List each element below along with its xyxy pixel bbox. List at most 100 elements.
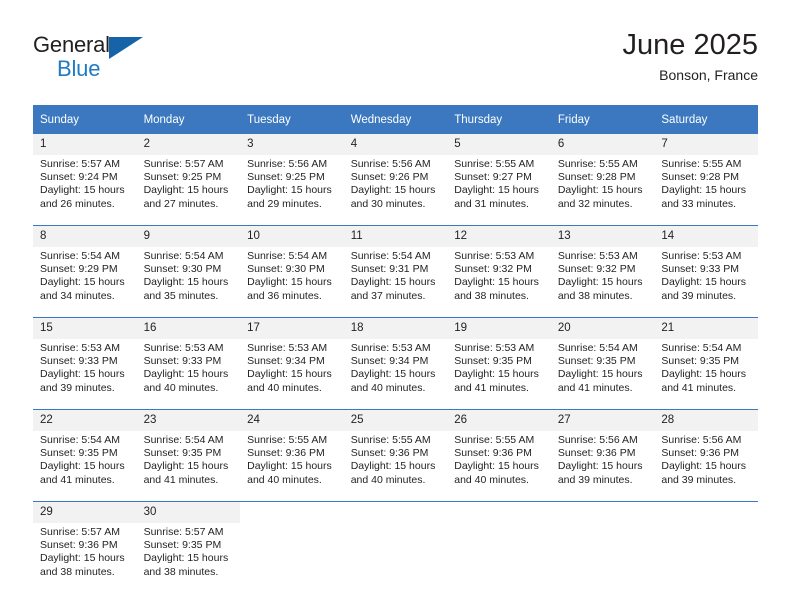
day-cell-empty xyxy=(447,523,551,593)
day-number[interactable]: 30 xyxy=(136,502,241,523)
sunset-text: Sunset: 9:25 PM xyxy=(143,171,222,184)
sunrise-text: Sunrise: 5:56 AM xyxy=(350,158,431,170)
daylight-text-line2: and 36 minutes. xyxy=(247,289,322,302)
day-number-row: 29 30 xyxy=(33,502,758,523)
daylight-text-line1: Daylight: 15 hours xyxy=(247,368,332,381)
day-sun-info: Sunrise: 5:57 AM Sunset: 9:25 PM Daylight:… xyxy=(136,155,241,225)
day-sun-info: Sunrise: 5:55 AM Sunset: 9:27 PM Daylight:… xyxy=(447,155,551,225)
day-number[interactable]: 1 xyxy=(33,134,137,155)
day-sun-info: Sunrise: 5:53 AM Sunset: 9:32 PM Daylight:… xyxy=(550,247,655,317)
sunrise-text: Sunrise: 5:55 AM xyxy=(350,434,431,446)
calendar-page: General Blue June 2025 Bonson, France Su… xyxy=(0,0,792,612)
daylight-text-line2: and 35 minutes. xyxy=(143,289,219,302)
day-sun-info: Sunrise: 5:53 AM Sunset: 9:33 PM Daylight:… xyxy=(136,339,241,409)
day-number[interactable]: 19 xyxy=(447,318,551,339)
day-number[interactable]: 28 xyxy=(654,410,758,431)
day-sun-info: Sunrise: 5:55 AM Sunset: 9:36 PM Daylight:… xyxy=(343,431,448,501)
day-number[interactable]: 4 xyxy=(343,134,448,155)
daylight-text-line1: Daylight: 15 hours xyxy=(557,276,643,289)
day-number[interactable]: 13 xyxy=(550,226,655,247)
day-number-row: 1234567 xyxy=(33,134,758,155)
daylight-text-line2: and 38 minutes. xyxy=(143,565,219,578)
daylight-text-line1: Daylight: 15 hours xyxy=(661,276,747,289)
sunrise-text: Sunrise: 5:57 AM xyxy=(40,158,120,170)
weekday-header-thursday: Thursday xyxy=(447,105,551,134)
general-blue-logo[interactable]: General Blue xyxy=(33,32,163,88)
daylight-text-line2: and 38 minutes. xyxy=(557,289,633,302)
sunset-text: Sunset: 9:33 PM xyxy=(143,355,222,368)
day-number[interactable]: 3 xyxy=(240,134,344,155)
day-number[interactable]: 2 xyxy=(136,134,241,155)
day-number[interactable]: 16 xyxy=(136,318,241,339)
day-number[interactable]: 27 xyxy=(550,410,655,431)
day-cell-empty xyxy=(240,502,344,523)
day-number[interactable]: 8 xyxy=(33,226,137,247)
daylight-text-line1: Daylight: 15 hours xyxy=(454,276,539,289)
sunset-text: Sunset: 9:36 PM xyxy=(661,447,740,460)
sunrise-text: Sunrise: 5:56 AM xyxy=(247,158,328,170)
weekday-header-tuesday: Tuesday xyxy=(240,105,344,134)
day-sun-info: Sunrise: 5:55 AM Sunset: 9:28 PM Daylight:… xyxy=(550,155,655,225)
daylight-text-line1: Daylight: 15 hours xyxy=(247,276,332,289)
day-number[interactable]: 18 xyxy=(343,318,448,339)
sunset-text: Sunset: 9:36 PM xyxy=(40,539,118,552)
day-number[interactable]: 22 xyxy=(33,410,137,431)
sunset-text: Sunset: 9:35 PM xyxy=(454,355,532,368)
daylight-text-line2: and 39 minutes. xyxy=(661,473,737,486)
weekday-header-monday: Monday xyxy=(136,105,241,134)
daylight-text-line1: Daylight: 15 hours xyxy=(454,368,539,381)
day-cell-empty xyxy=(240,523,344,593)
day-sun-info: Sunrise: 5:54 AM Sunset: 9:30 PM Daylight:… xyxy=(240,247,344,317)
sunrise-text: Sunrise: 5:57 AM xyxy=(143,526,224,538)
daylight-text-line2: and 33 minutes. xyxy=(661,197,737,210)
day-sun-info: Sunrise: 5:53 AM Sunset: 9:34 PM Daylight:… xyxy=(343,339,448,409)
day-number[interactable]: 7 xyxy=(654,134,758,155)
day-cell-empty xyxy=(550,502,655,523)
day-number[interactable]: 25 xyxy=(343,410,448,431)
sunrise-text: Sunrise: 5:53 AM xyxy=(454,342,535,354)
day-sun-info: Sunrise: 5:53 AM Sunset: 9:32 PM Daylight:… xyxy=(447,247,551,317)
sunrise-text: Sunrise: 5:54 AM xyxy=(350,250,431,262)
day-number[interactable]: 12 xyxy=(447,226,551,247)
sunset-text: Sunset: 9:26 PM xyxy=(350,171,429,184)
day-number[interactable]: 26 xyxy=(447,410,551,431)
sunset-text: Sunset: 9:34 PM xyxy=(350,355,429,368)
sunset-text: Sunset: 9:36 PM xyxy=(557,447,636,460)
day-cell-empty xyxy=(343,502,448,523)
day-number[interactable]: 29 xyxy=(33,502,137,523)
calendar-table: Sunday Monday Tuesday Wednesday Thursday… xyxy=(33,105,758,593)
sunset-text: Sunset: 9:35 PM xyxy=(661,355,740,368)
day-number[interactable]: 15 xyxy=(33,318,137,339)
day-number[interactable]: 9 xyxy=(136,226,241,247)
day-number[interactable]: 14 xyxy=(654,226,758,247)
day-number[interactable]: 20 xyxy=(550,318,655,339)
daylight-text-line1: Daylight: 15 hours xyxy=(40,368,125,381)
sunrise-text: Sunrise: 5:55 AM xyxy=(454,158,535,170)
day-number[interactable]: 17 xyxy=(240,318,344,339)
sunset-text: Sunset: 9:33 PM xyxy=(661,263,740,276)
sunrise-text: Sunrise: 5:53 AM xyxy=(247,342,328,354)
day-cell-empty xyxy=(447,502,551,523)
day-number[interactable]: 10 xyxy=(240,226,344,247)
page-subtitle-location: Bonson, France xyxy=(659,67,758,83)
day-number[interactable]: 23 xyxy=(136,410,241,431)
day-sun-info: Sunrise: 5:54 AM Sunset: 9:35 PM Daylight:… xyxy=(550,339,655,409)
daylight-text-line2: and 26 minutes. xyxy=(40,197,115,210)
sunset-text: Sunset: 9:33 PM xyxy=(40,355,118,368)
sunset-text: Sunset: 9:27 PM xyxy=(454,171,532,184)
sunrise-text: Sunrise: 5:55 AM xyxy=(661,158,742,170)
day-sun-info: Sunrise: 5:54 AM Sunset: 9:29 PM Daylight:… xyxy=(33,247,137,317)
day-number[interactable]: 5 xyxy=(447,134,551,155)
day-number[interactable]: 24 xyxy=(240,410,344,431)
day-sun-info: Sunrise: 5:54 AM Sunset: 9:30 PM Daylight:… xyxy=(136,247,241,317)
day-sun-info: Sunrise: 5:53 AM Sunset: 9:35 PM Daylight:… xyxy=(447,339,551,409)
day-number[interactable]: 11 xyxy=(343,226,448,247)
daylight-text-line1: Daylight: 15 hours xyxy=(661,368,747,381)
sunrise-text: Sunrise: 5:53 AM xyxy=(350,342,431,354)
sunset-text: Sunset: 9:32 PM xyxy=(454,263,532,276)
day-number[interactable]: 21 xyxy=(654,318,758,339)
day-number[interactable]: 6 xyxy=(550,134,655,155)
sunset-text: Sunset: 9:25 PM xyxy=(247,171,325,184)
sunset-text: Sunset: 9:36 PM xyxy=(247,447,325,460)
sunrise-text: Sunrise: 5:56 AM xyxy=(557,434,638,446)
